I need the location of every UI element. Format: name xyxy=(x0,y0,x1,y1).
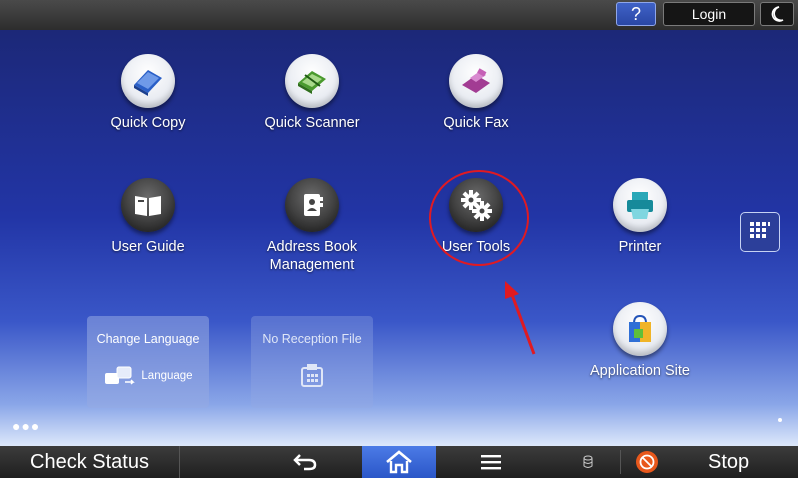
back-button[interactable] xyxy=(270,446,340,478)
no-reception-file-widget[interactable]: No Reception File xyxy=(251,316,373,408)
home-button[interactable] xyxy=(362,446,436,478)
bottom-bar: Check Status Stop xyxy=(0,446,798,478)
back-arrow-icon xyxy=(293,454,317,471)
app-label: Address Book Management xyxy=(242,238,382,274)
scanner-icon xyxy=(285,54,339,108)
quick-fax-app[interactable]: Quick Fax xyxy=(406,54,546,132)
stop-button[interactable]: Stop xyxy=(670,446,790,478)
database-icon xyxy=(583,455,593,468)
app-label: Printer xyxy=(618,239,662,255)
annotation-circle xyxy=(429,170,529,266)
printer-icon xyxy=(613,178,667,232)
shopping-bag-icon xyxy=(613,302,667,356)
check-status-button[interactable]: Check Status xyxy=(0,446,180,478)
user-guide-app[interactable]: User Guide xyxy=(78,178,218,256)
quick-scanner-app[interactable]: Quick Scanner xyxy=(242,54,382,132)
energy-saver-button[interactable] xyxy=(760,2,794,26)
app-label: Quick Scanner xyxy=(264,115,360,131)
quick-copy-app[interactable]: Quick Copy xyxy=(78,54,218,132)
page-indicator-dots: ●●● xyxy=(12,418,41,434)
copy-icon xyxy=(121,54,175,108)
grid-icon xyxy=(750,222,770,238)
app-label: User Guide xyxy=(111,239,185,255)
app-list-button[interactable] xyxy=(740,212,780,252)
app-label-line2: Management xyxy=(269,257,355,273)
address-book-icon xyxy=(285,178,339,232)
fax-icon xyxy=(449,54,503,108)
moon-icon xyxy=(771,6,784,22)
app-label: Application Site xyxy=(590,363,690,379)
help-button[interactable]: ? xyxy=(616,2,656,26)
book-icon xyxy=(121,178,175,232)
app-label: Quick Fax xyxy=(443,115,509,131)
widget-title: Change Language xyxy=(96,332,200,346)
page-indicator-dot xyxy=(778,418,782,422)
stop-icon-wrap[interactable] xyxy=(632,446,662,478)
menu-button[interactable] xyxy=(456,446,526,478)
printer-app[interactable]: Printer xyxy=(570,178,710,256)
divider xyxy=(620,450,621,474)
widget-subtitle: Language xyxy=(141,370,193,382)
top-bar: ? Login xyxy=(0,0,798,30)
app-label: Quick Copy xyxy=(110,115,186,131)
widget-title: No Reception File xyxy=(262,332,362,346)
app-label-line1: Address Book xyxy=(266,239,358,255)
change-language-widget[interactable]: Change Language Language xyxy=(87,316,209,408)
login-button[interactable]: Login xyxy=(663,2,755,26)
address-book-app[interactable]: Address Book Management xyxy=(242,178,382,274)
fax-machine-icon xyxy=(301,364,323,387)
menu-icon xyxy=(481,455,501,470)
stop-icon xyxy=(636,451,658,473)
home-icon xyxy=(386,450,412,474)
language-switch-icon xyxy=(105,366,136,385)
application-site-app[interactable]: Application Site xyxy=(570,302,710,380)
home-screen: Quick Copy Quick Scanner Quick Fax User … xyxy=(0,30,798,446)
memory-indicator xyxy=(570,446,606,478)
